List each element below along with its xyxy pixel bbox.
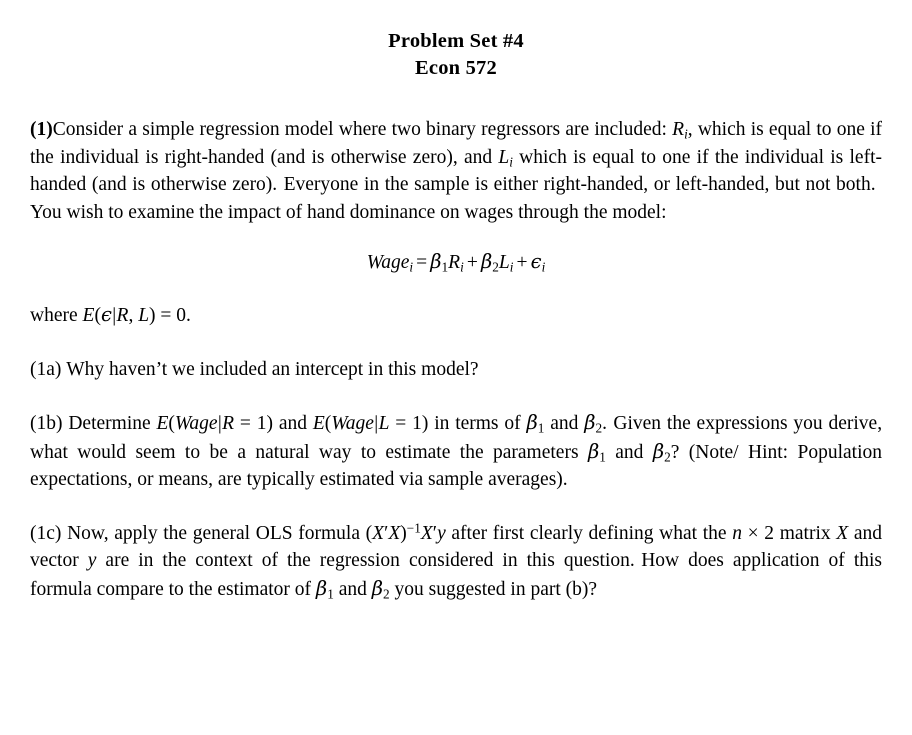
problem-1c-beta-2-subscript: 2 [383, 586, 390, 602]
problem-1b-text-3: in terms of [428, 413, 527, 434]
equation-equals: = [416, 252, 428, 273]
model-equation: Wagei = β1Ri + β2Li + ϵi [30, 248, 882, 277]
problem-1a-label: (1a) [30, 358, 62, 380]
equation-plus-1: + [466, 252, 478, 273]
problem-1c-text-2: after first clearly defining what the [445, 522, 733, 544]
problem-1c-beta-2: β [371, 576, 383, 600]
problem-1a-paragraph: (1a) Why haven’t we included an intercep… [30, 356, 882, 384]
where-equals: = [155, 305, 177, 326]
equation-beta-2: β [480, 250, 493, 273]
where-L: L [138, 305, 150, 326]
problem-1b-beta-2-second-subscript: 2 [664, 449, 671, 465]
where-comma: , [128, 305, 139, 326]
problem-1-number: (1) [30, 119, 53, 140]
problem-1-paragraph: (1)Consider a simple regression model wh… [30, 116, 882, 226]
problem-1-text-part-5: You wish to examine the impact of hand d… [30, 201, 667, 223]
problem-1-text-part-1: Consider a simple regression model where… [52, 119, 673, 140]
matrix-X: X [836, 522, 849, 544]
where-epsilon: ϵ [100, 303, 112, 326]
symbol-L-i: Li [498, 146, 513, 170]
problem-1b-label: (1b) [30, 413, 63, 434]
problem-1c-beta-1: β [315, 576, 328, 600]
matrix-times-symbol: × [741, 522, 765, 544]
problem-1b-text-1: Determine [68, 413, 157, 434]
equation-plus-2: + [516, 252, 528, 273]
document-title-block: Problem Set #4 Econ 572 [30, 28, 882, 82]
where-zero: 0. [176, 305, 191, 326]
page-title-line-2: Econ 572 [415, 57, 497, 79]
problem-1c-text-3: matrix [774, 522, 837, 544]
problem-1c-text-7: and [333, 578, 372, 600]
equation-epsilon: ϵ [530, 250, 542, 273]
problem-1b-beta-1-second-subscript: 1 [599, 449, 606, 465]
where-prefix: where [30, 305, 83, 326]
problem-1c-text-1: Now, apply the general OLS formula [67, 522, 366, 544]
problem-1c-paragraph: (1c) Now, apply the general OLS formula … [30, 520, 882, 604]
problem-1b-beta-2: β [584, 411, 596, 434]
problem-1c-text-8: you suggested in part (b)? [389, 578, 598, 600]
where-condition-line: where E(ϵ|R, L) = 0. [30, 301, 882, 330]
equation-beta-2-subscript: 2 [492, 259, 499, 275]
problem-1b-paragraph: (1b) Determine E(Wage|R = 1) and E(Wage|… [30, 409, 882, 494]
symbol-R-i: Ri [672, 119, 688, 142]
problem-1b-beta-1-second: β [587, 439, 600, 463]
expectation-wage-given-R: E(Wage|R = 1) [156, 413, 274, 434]
matrix-dimension-n: n [732, 522, 742, 544]
where-R: R [116, 305, 129, 326]
problem-1b-text-7: and [605, 441, 653, 463]
document-page: Problem Set #4 Econ 572 (1)Consider a si… [0, 0, 912, 735]
equation-lhs: Wage [366, 252, 410, 273]
problem-1c-label: (1c) [30, 522, 62, 544]
problem-1c-beta-1-subscript: 1 [327, 586, 334, 602]
page-title-line-1: Problem Set #4 [388, 30, 524, 52]
problem-1b-beta-1: β [526, 411, 538, 434]
ols-formula: (X′X)−1X′y [365, 519, 446, 544]
equation-epsilon-subscript: i [541, 259, 546, 275]
matrix-dimension-2: 2 [764, 522, 775, 544]
equation-var-L: L [498, 252, 510, 273]
expectation-wage-given-L: E(Wage|L = 1) [312, 413, 429, 434]
problem-1b-beta-2-second: β [652, 439, 665, 463]
problem-1c-text-5: are in the context of the regression con… [96, 550, 635, 571]
problem-1b-text-2: and [273, 413, 313, 434]
equation-var-R: R [448, 252, 461, 273]
problem-1b-text-5: . [602, 413, 607, 434]
where-E: E [82, 305, 95, 326]
problem-1-text-part-4: Everyone in the sample is either right-h… [283, 174, 876, 195]
problem-1b-text-4: and [544, 413, 585, 434]
problem-1a-text: Why haven’t we included an intercept in … [66, 358, 479, 380]
equation-beta-1: β [430, 250, 442, 273]
